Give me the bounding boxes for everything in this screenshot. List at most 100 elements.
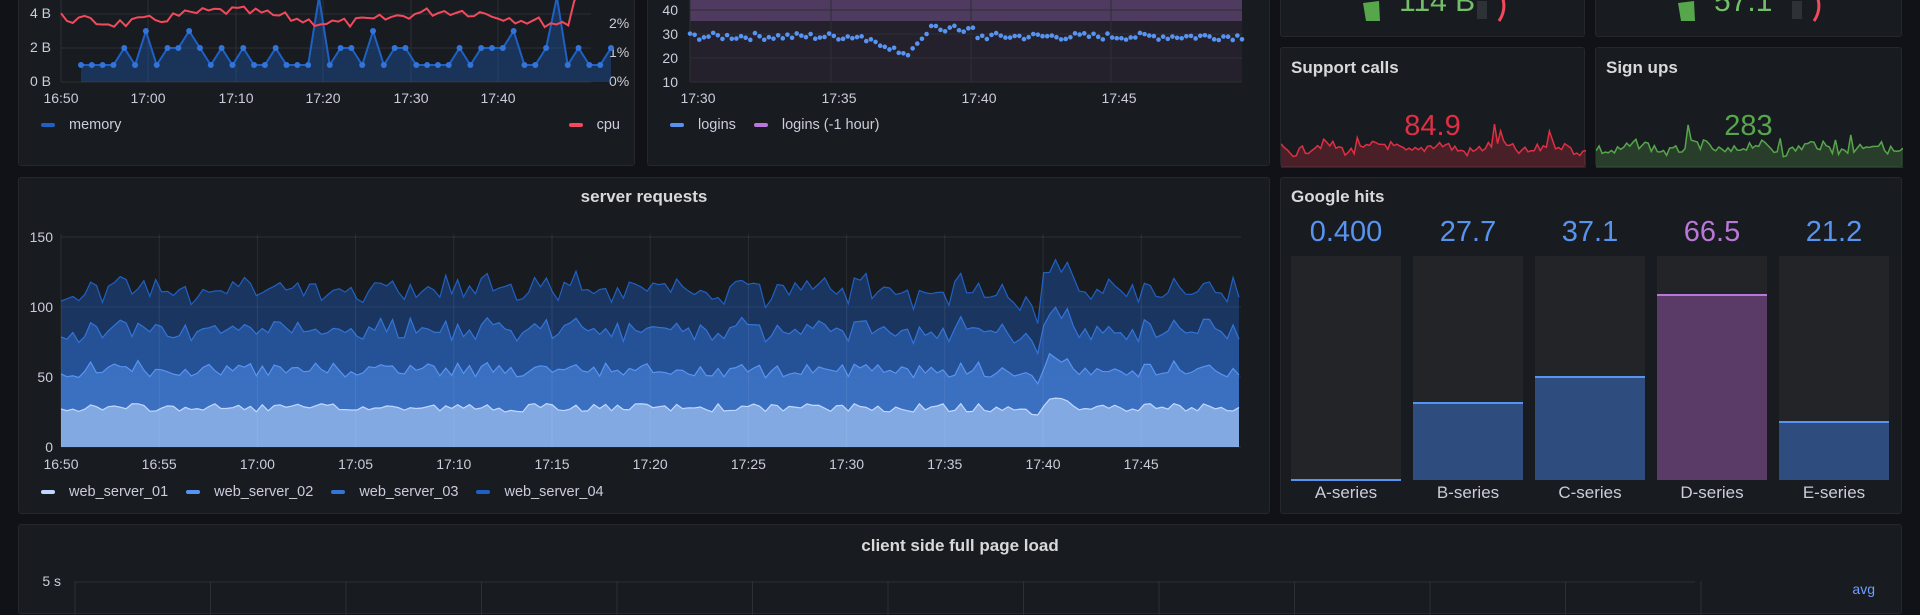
logins-point [1188, 33, 1194, 39]
legend-header-avg[interactable]: avg [1852, 581, 1875, 597]
logins-point [975, 35, 980, 41]
gauge-value: 114 B [1399, 0, 1476, 18]
memory-point [532, 62, 539, 68]
bar-c-series[interactable] [1535, 376, 1645, 480]
x-tick-label: 16:55 [142, 456, 177, 472]
legend-item-web-server-04[interactable]: web_server_04 [476, 484, 604, 500]
logins-point [1003, 35, 1008, 40]
y-tick-label: 10 [662, 74, 678, 90]
logins-point [1007, 35, 1013, 40]
x-tick-label: 17:00 [240, 456, 275, 472]
logins-point [789, 35, 795, 41]
logins-point [715, 32, 721, 38]
legend-item-web-server-01[interactable]: web_server_01 [41, 484, 168, 500]
bar-value: 27.7 [1439, 216, 1497, 248]
memory-point [142, 28, 149, 34]
memory-point [402, 45, 409, 51]
logins-point [840, 36, 846, 42]
legend-item-logins[interactable]: logins [670, 117, 736, 133]
bar-a-series[interactable] [1291, 478, 1401, 481]
logins-point [1091, 31, 1096, 37]
logins-point [761, 37, 767, 43]
legend-label: cpu [596, 117, 620, 133]
logins-point [1026, 34, 1031, 40]
logins-point [984, 36, 990, 42]
memory-point [99, 62, 106, 68]
logins-point [1230, 37, 1236, 43]
logins-point [998, 33, 1004, 38]
server-requests-legend: web_server_01 web_server_02 web_server_0… [41, 484, 622, 500]
logins-point [701, 35, 707, 40]
logins-point [1109, 35, 1115, 40]
memory-point [543, 45, 550, 51]
logins-point [738, 33, 744, 39]
x-tick-label: 17:45 [1101, 90, 1136, 106]
memory-point [164, 45, 171, 51]
logins-point [1207, 34, 1212, 39]
logins-point [1133, 35, 1138, 40]
logins-point [947, 25, 953, 30]
server-requests-chart: 0 50 100 150 16:50 16:55 17:00 17:05 17:10 17:15 1… [30, 229, 1241, 472]
bar-value: 21.2 [1805, 216, 1863, 248]
y-tick-label: 5 s [42, 573, 61, 589]
logins-point [877, 43, 883, 49]
logins-point [1030, 31, 1036, 37]
memory-point [564, 62, 571, 68]
memory-point [608, 45, 614, 51]
logins-point [1184, 33, 1189, 39]
logins-point [822, 34, 827, 40]
logins-point [1072, 31, 1078, 36]
legend-item-cpu[interactable]: cpu [568, 117, 620, 133]
logins-point [831, 33, 837, 39]
legend-item-web-server-02[interactable]: web_server_02 [186, 484, 313, 500]
x-tick-label: 17:25 [731, 456, 766, 472]
x-tick-label: 17:20 [305, 90, 340, 106]
memory-point [153, 62, 160, 68]
logins-point [924, 31, 929, 37]
memory-area [81, 0, 611, 82]
logins-point [1086, 34, 1092, 40]
logins-point [1211, 37, 1217, 42]
x-tick-label: 17:00 [130, 90, 165, 106]
legend-item-memory[interactable]: memory [41, 117, 121, 133]
legend-swatch [186, 490, 201, 494]
logins-point [1137, 30, 1143, 36]
x-tick-label: 17:10 [218, 90, 253, 106]
google-hits-panel: Google hits 0.400 A-series 27.7 B-series 37.… [1280, 177, 1902, 514]
memory-cpu-legend-right: cpu [568, 117, 620, 133]
x-tick-label: 17:30 [829, 456, 864, 472]
y-tick-label: 30 [662, 26, 678, 42]
logins-point [1221, 34, 1226, 39]
logins-point [914, 41, 920, 46]
x-tick-label: 17:15 [534, 456, 569, 472]
bar-b-series[interactable] [1413, 402, 1523, 480]
memory-point [434, 62, 441, 68]
logins-point [1225, 34, 1231, 39]
legend-item-web-server-03[interactable]: web_server_03 [331, 484, 458, 500]
memory-point [186, 28, 193, 34]
logins-point [1035, 32, 1041, 37]
memory-point [305, 62, 312, 68]
memory-cpu-chart: 0 B2 B4 B0%1%2%3%16:5017:0017:1017:2017:… [30, 0, 629, 106]
logins-point [1058, 37, 1064, 42]
logins-point [1081, 31, 1087, 36]
bar-d-series[interactable] [1657, 293, 1767, 480]
legend-swatch [41, 123, 55, 127]
bar-name: A-series [1314, 483, 1378, 502]
logins-point [868, 37, 874, 42]
y-tick-label: 40 [662, 2, 678, 18]
logins-point [1068, 34, 1073, 40]
logins-point [1165, 36, 1171, 42]
memory-point [499, 45, 506, 51]
logins-point [1105, 31, 1110, 36]
bar-e-series[interactable] [1779, 420, 1889, 480]
logins-point [887, 47, 892, 52]
logins-point [905, 52, 911, 58]
memory-point [88, 62, 95, 68]
legend-item-logins-1h[interactable]: logins (-1 hour) [753, 117, 879, 133]
logins-point [1128, 35, 1133, 40]
logins-point [1202, 32, 1208, 38]
logins-point [933, 23, 939, 29]
logins-point [734, 36, 739, 41]
logins-point [1114, 35, 1120, 41]
